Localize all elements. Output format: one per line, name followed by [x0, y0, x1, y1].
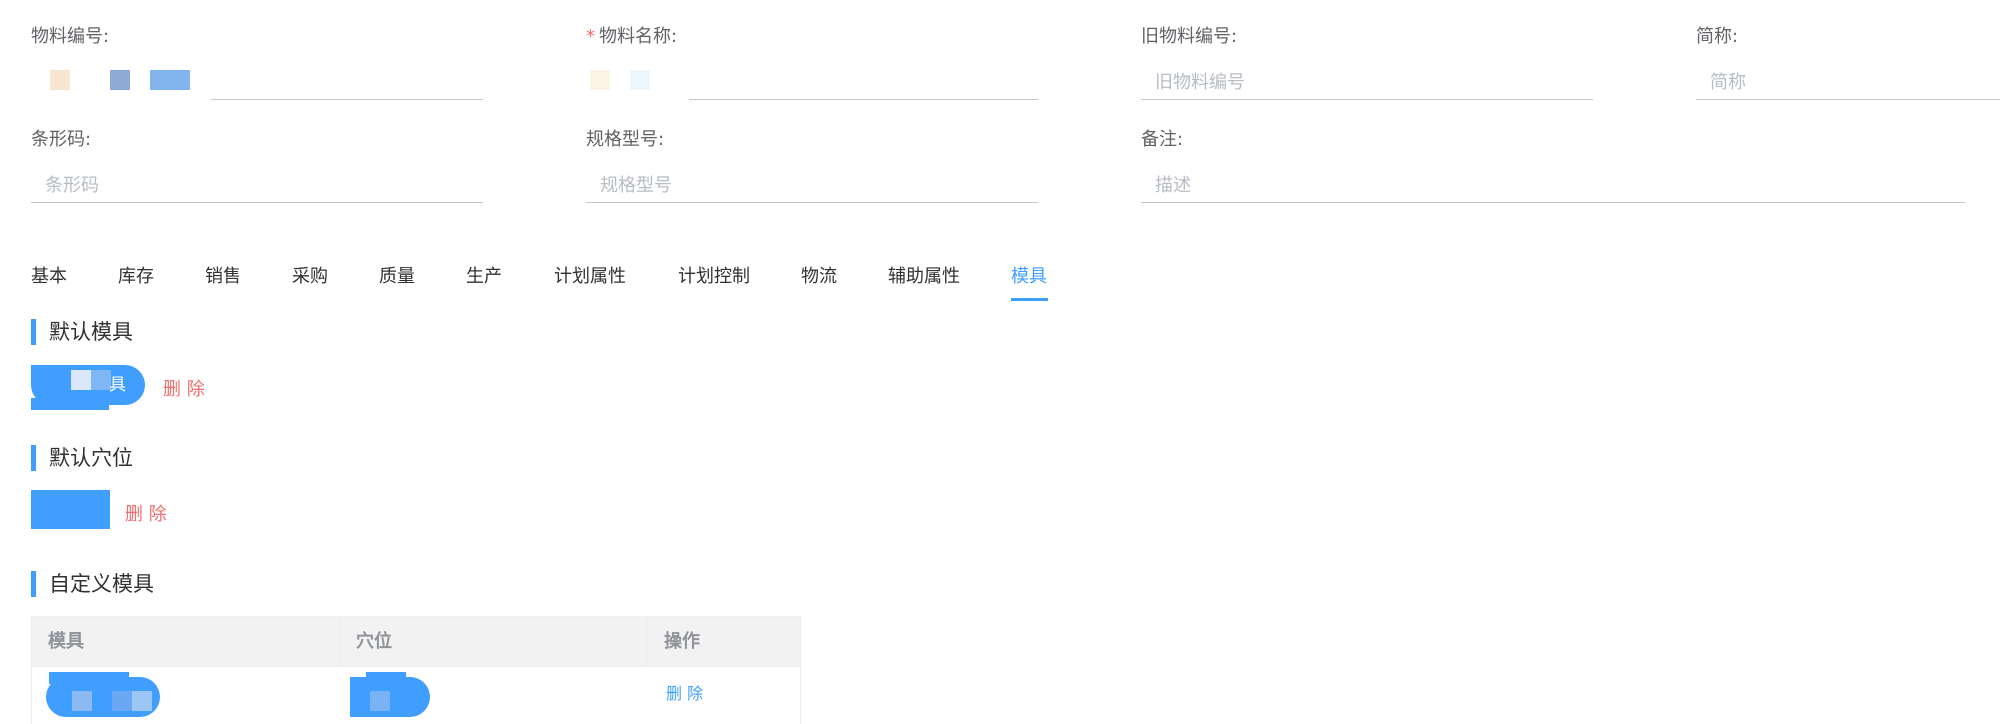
- field-barcode: 条形码: 条形码: [31, 125, 483, 205]
- barcode-input[interactable]: 条形码: [31, 169, 483, 203]
- tab-plan-attributes[interactable]: 计划属性: [554, 262, 626, 288]
- redacted-cavity-block: [370, 691, 390, 711]
- default-cavity-chip[interactable]: [31, 490, 110, 529]
- tab-auxiliary-attributes[interactable]: 辅助属性: [888, 262, 960, 288]
- table-cell-cavity: [340, 667, 648, 724]
- field-spec-model: 规格型号: 规格型号: [586, 125, 1038, 205]
- custom-mold-table: 模具 穴位 操作 删 除: [31, 616, 801, 724]
- redacted-code-block-2: [110, 70, 130, 90]
- tab-mold[interactable]: 模具: [1011, 262, 1047, 288]
- redacted-mold-block-1: [72, 691, 92, 711]
- redacted-name-block-1: [590, 70, 610, 90]
- field-remark: 备注: 描述: [1141, 125, 1965, 205]
- default-mold-chip-text: 具: [109, 375, 126, 395]
- field-old-material-code: 旧物料编号: 旧物料编号: [1141, 22, 1593, 102]
- tab-plan-control[interactable]: 计划控制: [678, 262, 750, 288]
- redacted-code-block-1: [50, 70, 70, 90]
- material-name-label-text: 物料名称:: [599, 26, 678, 47]
- field-material-name: * 物料名称:: [586, 22, 1038, 102]
- remark-label: 备注:: [1141, 129, 1184, 150]
- tab-logistics[interactable]: 物流: [801, 262, 837, 288]
- default-mold-delete-link[interactable]: 删 除: [163, 375, 205, 401]
- material-name-label: * 物料名称:: [586, 22, 677, 48]
- tab-basic[interactable]: 基本: [31, 262, 67, 288]
- old-material-code-label: 旧物料编号:: [1141, 26, 1238, 47]
- old-material-code-input[interactable]: 旧物料编号: [1141, 66, 1593, 100]
- field-short-name: 简称: 简称: [1696, 22, 2000, 102]
- redacted-mold-block-2: [112, 691, 132, 711]
- table-header: 模具 穴位 操作: [32, 617, 800, 667]
- redacted-chip-block-2: [91, 370, 111, 390]
- custom-mold-title: 自定义模具: [31, 571, 154, 597]
- spec-model-label: 规格型号:: [586, 129, 665, 150]
- tab-quality[interactable]: 质量: [379, 262, 415, 288]
- default-cavity-title: 默认穴位: [31, 445, 133, 471]
- column-header-mold: 模具: [32, 617, 340, 667]
- material-code-label: 物料编号:: [31, 26, 110, 47]
- table-cavity-chip[interactable]: [350, 677, 430, 717]
- tab-sales[interactable]: 销售: [205, 262, 241, 288]
- column-header-cavity: 穴位: [340, 617, 648, 667]
- material-name-input[interactable]: [689, 66, 1038, 100]
- default-cavity-delete-link[interactable]: 删 除: [125, 500, 167, 526]
- barcode-label: 条形码:: [31, 129, 92, 150]
- table-row: 删 除: [32, 667, 800, 724]
- column-header-action: 操作: [664, 631, 700, 652]
- tab-inventory[interactable]: 库存: [118, 262, 154, 288]
- redacted-mold-block-3: [132, 691, 152, 711]
- default-mold-title: 默认模具: [31, 319, 133, 345]
- redacted-code-block-3: [150, 70, 190, 90]
- redacted-chip-block-1: [71, 370, 91, 390]
- short-name-label: 简称:: [1696, 26, 1739, 47]
- tab-production[interactable]: 生产: [466, 262, 502, 288]
- required-asterisk: *: [586, 26, 595, 47]
- short-name-input[interactable]: 简称: [1696, 66, 2000, 100]
- material-code-input[interactable]: [211, 66, 483, 100]
- redacted-chip-tail: [31, 398, 109, 410]
- remark-input[interactable]: 描述: [1141, 169, 1965, 203]
- table-cell-mold: [32, 667, 340, 724]
- redacted-name-block-2: [630, 70, 650, 90]
- tab-purchase[interactable]: 采购: [292, 262, 328, 288]
- spec-model-input[interactable]: 规格型号: [586, 169, 1038, 203]
- table-mold-chip[interactable]: [46, 677, 160, 717]
- active-tab-indicator: [1011, 298, 1048, 301]
- table-row-delete-link[interactable]: 删 除: [666, 680, 703, 704]
- field-material-code: 物料编号:: [31, 22, 483, 102]
